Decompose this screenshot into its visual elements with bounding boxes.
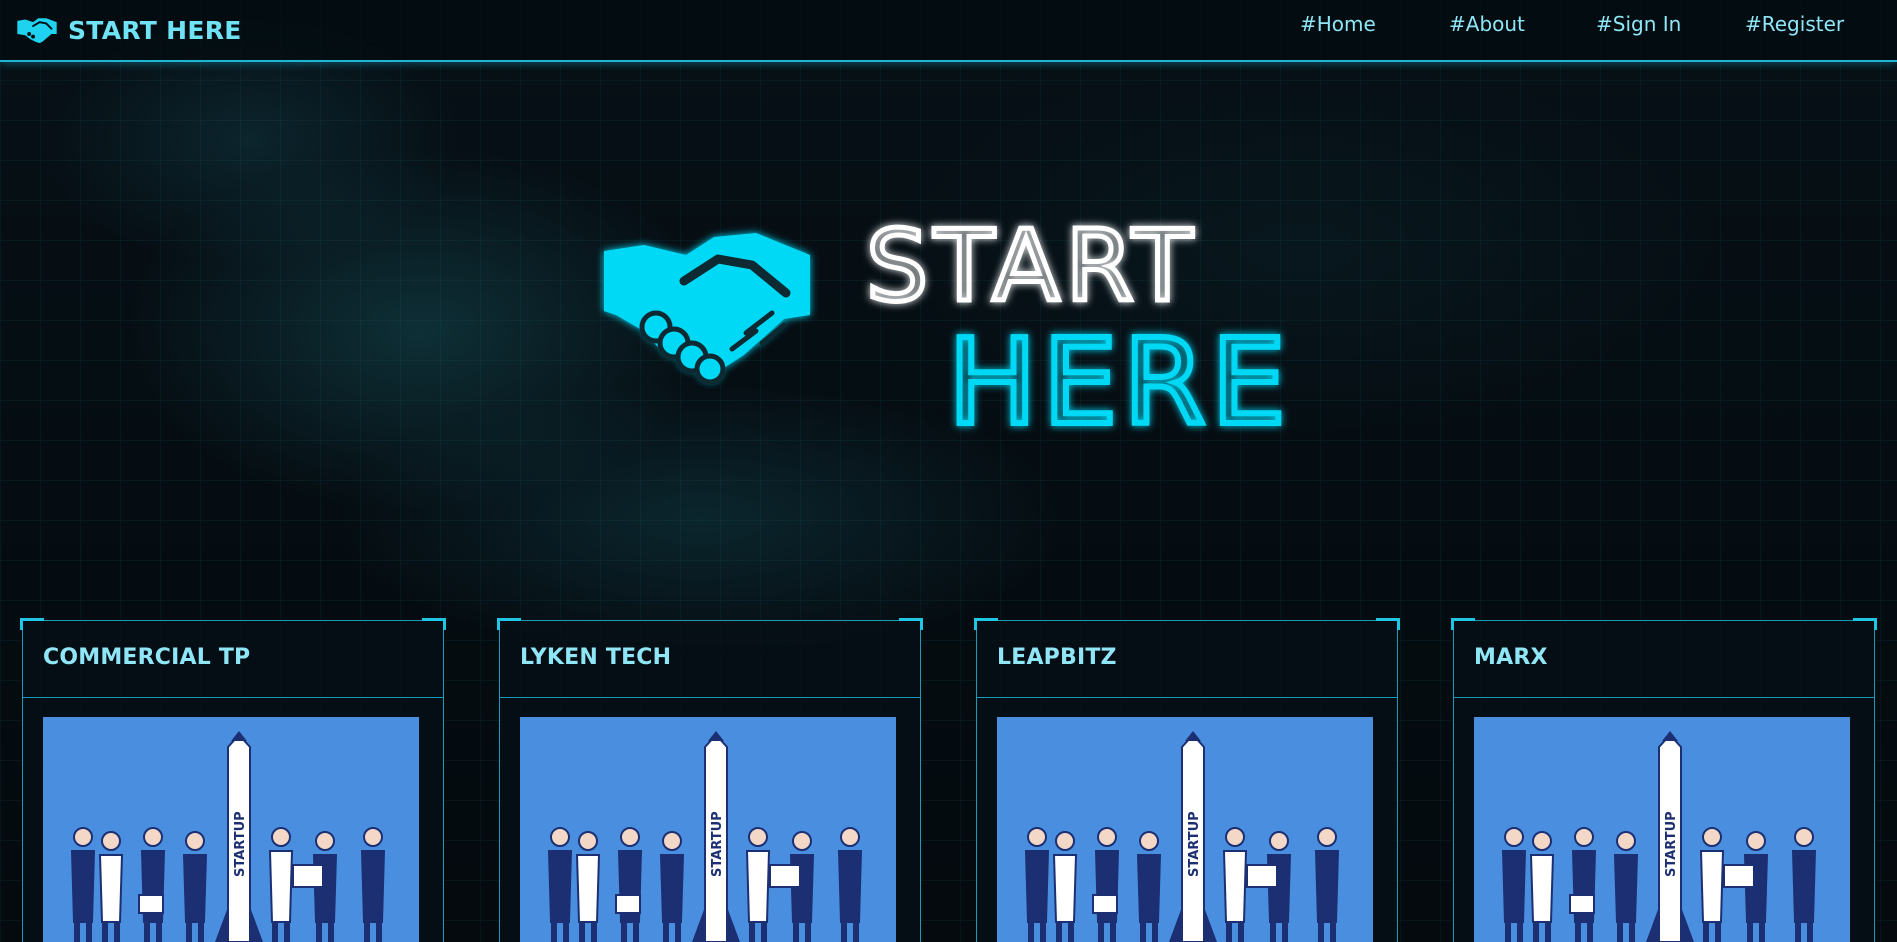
person-figure <box>140 827 166 942</box>
card-corner <box>974 618 998 630</box>
person-figure <box>575 831 601 942</box>
person-figure <box>659 831 685 942</box>
card-image: STARTUP <box>520 717 896 942</box>
person-figure <box>182 831 208 942</box>
person-figure <box>98 831 124 942</box>
box-icon <box>1723 864 1755 888</box>
card-header: LEAPBITZ <box>977 621 1397 698</box>
card-image: STARTUP <box>1474 717 1850 942</box>
card-header: MARX <box>1454 621 1874 698</box>
hero-logo: START HERE <box>596 215 1296 435</box>
card-header: COMMERCIAL TP <box>23 621 443 698</box>
startup-illustration: STARTUP <box>70 731 386 942</box>
card-image: STARTUP <box>43 717 419 942</box>
hero-line1: START <box>866 215 1198 324</box>
startup-illustration: STARTUP <box>547 731 863 942</box>
rocket-icon: STARTUP <box>1169 731 1217 942</box>
navbar: START HERE #Home #About #Sign In #Regist… <box>0 0 1897 62</box>
briefcase-icon <box>1569 894 1595 914</box>
card-corner <box>497 618 521 630</box>
person-figure <box>70 827 96 942</box>
card-corner <box>20 618 44 630</box>
startup-label: STARTUP <box>1664 811 1679 877</box>
card-corner <box>899 618 923 630</box>
rocket-icon: STARTUP <box>1646 731 1694 942</box>
nav-register-link[interactable]: #Register <box>1745 12 1844 36</box>
person-figure <box>1571 827 1597 942</box>
card-title: MARX <box>1474 645 1548 670</box>
person-figure <box>1791 827 1817 942</box>
person-figure <box>547 827 573 942</box>
person-figure <box>1024 827 1050 942</box>
briefcase-icon <box>1092 894 1118 914</box>
startup-illustration: STARTUP <box>1501 731 1817 942</box>
rocket-icon: STARTUP <box>692 731 740 942</box>
briefcase-icon <box>615 894 641 914</box>
box-icon <box>1246 864 1278 888</box>
startup-label: STARTUP <box>1187 811 1202 877</box>
briefcase-icon <box>138 894 164 914</box>
handshake-icon <box>17 18 57 44</box>
person-figure <box>837 827 863 942</box>
card-corner <box>1853 618 1877 630</box>
rocket-icon: STARTUP <box>215 731 263 942</box>
box-icon <box>769 864 801 888</box>
handshake-icon <box>604 233 810 385</box>
card-corner <box>1376 618 1400 630</box>
person-figure <box>360 827 386 942</box>
person-figure <box>1613 831 1639 942</box>
brand-name: START HERE <box>68 15 242 45</box>
card-title: LEAPBITZ <box>997 645 1117 670</box>
company-card[interactable]: MARX STARTUP <box>1451 618 1877 942</box>
company-card[interactable]: LEAPBITZ STARTUP <box>974 618 1400 942</box>
nav-about-link[interactable]: #About <box>1449 12 1525 36</box>
company-card[interactable]: LYKEN TECH STARTUP <box>497 618 923 942</box>
person-figure <box>1222 827 1248 942</box>
person-figure <box>1136 831 1162 942</box>
person-figure <box>1529 831 1555 942</box>
person-figure <box>617 827 643 942</box>
nav-home-link[interactable]: #Home <box>1300 12 1376 36</box>
startup-illustration: STARTUP <box>1024 731 1340 942</box>
startup-label: STARTUP <box>233 811 248 877</box>
startup-label: STARTUP <box>710 811 725 877</box>
card-title: LYKEN TECH <box>520 645 672 670</box>
person-figure <box>745 827 771 942</box>
card-corner <box>422 618 446 630</box>
person-figure <box>1094 827 1120 942</box>
hero-logo-graphic: START HERE <box>604 215 1292 435</box>
box-icon <box>292 864 324 888</box>
nav-sign-in-link[interactable]: #Sign In <box>1596 12 1681 36</box>
person-figure <box>1699 827 1725 942</box>
card-image: STARTUP <box>997 717 1373 942</box>
person-figure <box>1501 827 1527 942</box>
card-title: COMMERCIAL TP <box>43 645 251 670</box>
card-corner <box>1451 618 1475 630</box>
brand-link[interactable]: START HERE <box>16 10 242 50</box>
person-figure <box>1052 831 1078 942</box>
hero-line2: HERE <box>948 313 1292 435</box>
person-figure <box>268 827 294 942</box>
company-card[interactable]: COMMERCIAL TP STARTUP <box>20 618 446 942</box>
card-header: LYKEN TECH <box>500 621 920 698</box>
person-figure <box>1314 827 1340 942</box>
